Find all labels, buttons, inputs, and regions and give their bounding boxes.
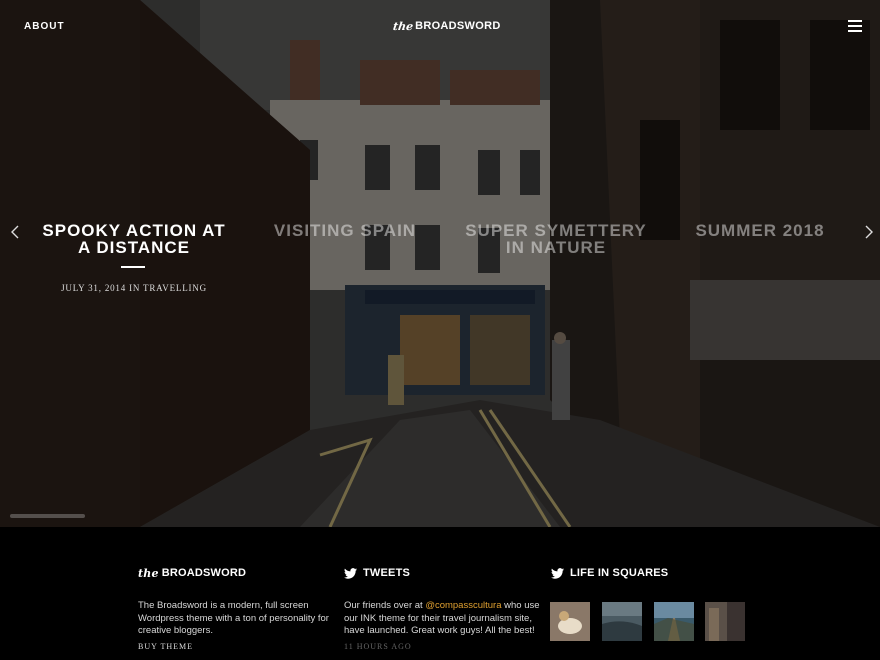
tweet-text-before: Our friends over at [344, 600, 426, 611]
squares-heading: LIFE IN SQUARES [551, 566, 668, 580]
footer-logo: the BROADSWORD [138, 566, 246, 580]
slider-scrollbar[interactable] [10, 514, 85, 518]
footer: the BROADSWORD The Broadsword is a moder… [0, 527, 880, 660]
instagram-thumbnail[interactable] [705, 602, 745, 641]
chevron-left-icon[interactable] [8, 224, 22, 240]
tweet-mention-link[interactable]: @compasscultura [425, 600, 501, 611]
about-link[interactable]: ABOUT [24, 21, 65, 32]
site-logo[interactable]: the BROADSWORD [392, 18, 501, 34]
instagram-thumbnail[interactable] [654, 602, 694, 641]
title-divider [121, 266, 145, 268]
hamburger-icon[interactable] [848, 20, 862, 32]
footer-logo-the: the [138, 566, 159, 580]
hero-overlay [0, 0, 880, 527]
instagram-thumbnail[interactable] [550, 602, 590, 641]
buy-theme-link[interactable]: BUY THEME [138, 642, 193, 651]
tweets-heading-label: TWEETS [363, 567, 411, 579]
footer-about-text: The Broadsword is a modern, full screen … [138, 600, 329, 636]
chevron-right-icon[interactable] [862, 224, 876, 240]
squares-heading-label: LIFE IN SQUARES [570, 567, 669, 579]
logo-name: BROADSWORD [415, 20, 501, 32]
slide-title-2[interactable]: VISITING SPAIN [270, 222, 420, 239]
logo-the: the [392, 19, 414, 33]
slide-meta: JULY 31, 2014 IN TRAVELLING [61, 283, 207, 293]
tweet-text: Our friends over at @compasscultura who … [344, 600, 540, 638]
instagram-thumbnail[interactable] [602, 602, 642, 641]
slide-title-3[interactable]: SUPER SYMETTERY IN NATURE [464, 222, 648, 256]
footer-logo-name: BROADSWORD [161, 567, 247, 579]
twitter-icon [551, 567, 564, 579]
tweet-timestamp[interactable]: 11 HOURS AGO [344, 642, 412, 651]
top-navigation: ABOUT the BROADSWORD [0, 0, 880, 54]
hero-slider: ABOUT the BROADSWORD SPOOKY ACTION AT A … [0, 0, 880, 527]
slide-title-1[interactable]: SPOOKY ACTION AT A DISTANCE [40, 222, 228, 256]
slide-title-4[interactable]: SUMMER 2018 [690, 222, 830, 239]
twitter-icon [344, 567, 357, 579]
tweets-heading: TWEETS [344, 566, 410, 580]
